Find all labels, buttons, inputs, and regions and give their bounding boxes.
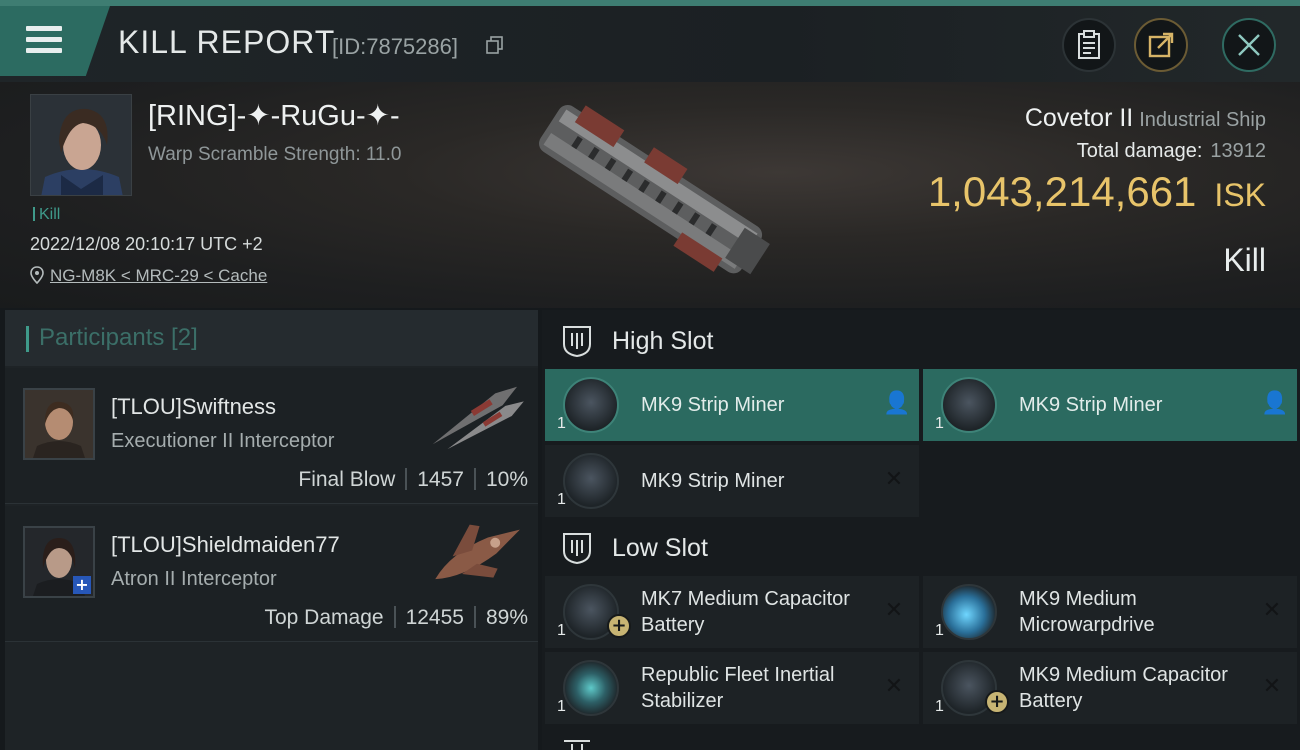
corp-plus-badge: + [73,576,91,594]
total-damage-value: 13912 [1210,140,1266,162]
avatar[interactable] [23,388,95,460]
module-name: MK9 Strip Miner [641,394,785,416]
victim-ship: Covetor II Industrial Ship [1025,104,1266,133]
low-slot-label: Low Slot [612,534,708,562]
module-name: MK9 Strip Miner [641,470,785,492]
low-slot-icon [563,533,591,565]
plus-badge-icon: + [985,690,1009,714]
plus-badge-icon: + [607,614,631,638]
module-name: Republic Fleet Inertial Stabilizer [641,664,835,712]
clipboard-button[interactable] [1062,18,1116,72]
total-damage: Total damage: 13912 [1077,140,1266,163]
kill-location[interactable]: NG-M8K < MRC-29 < Cache [30,266,267,286]
share-button[interactable] [1134,18,1188,72]
module-quantity: 1 [557,491,566,508]
module-quantity: 1 [557,698,566,715]
atron-ship-icon [435,524,520,580]
kill-datetime: 2022/12/08 20:10:17 UTC +2 [30,234,263,254]
participants-label: Participants [2] [39,324,198,351]
menu-button[interactable] [0,6,110,76]
close-button[interactable] [1222,18,1276,72]
victim-ship-image [539,104,770,275]
module-quantity: 1 [557,622,566,639]
executioner-ship-icon [432,386,524,450]
isk-unit: ISK [1214,177,1266,213]
clipboard-icon [1078,30,1100,59]
warp-scramble-strength: Warp Scramble Strength: 11.0 [148,144,402,165]
page-title: KILL REPORT [118,24,336,60]
participants-panel: Participants [2] [TLOU]Swiftness Executi… [5,310,538,750]
module-quantity: 1 [935,622,944,639]
isk-amount: 1,043,214,661 [927,168,1197,215]
close-icon [1238,34,1260,56]
participant-name: [TLOU]Shieldmaiden77 [111,532,340,557]
kill-result: Kill [1223,242,1266,278]
fitting-panel: High Slot 1 MK9 Strip Miner 👤 1 MK9 Stri… [542,310,1300,750]
strip-miner-icon [563,453,619,509]
module-quantity: 1 [935,415,944,432]
participant-percent: 10% [485,468,528,491]
victim-name: [RING]-✦-RuGu-✦- [148,100,400,132]
module-slot[interactable]: 1 MK9 Medium Microwarpdrive ✕ [923,576,1297,648]
share-icon [1148,32,1174,58]
pilot-icon[interactable]: 👤 [883,393,910,415]
participant-stats: Top Damage 12455 89% [264,606,528,630]
location-pin-icon [30,266,44,285]
destroyed-icon: ✕ [1262,674,1282,699]
module-name: MK9 Medium Capacitor Battery [1019,664,1228,712]
participant-ship: Atron II Interceptor [111,568,277,590]
high-slot-label: High Slot [612,327,714,355]
destroyed-icon: ✕ [884,598,904,623]
participant-row[interactable]: [TLOU]Swiftness Executioner II Intercept… [5,368,538,504]
microwarpdrive-icon [941,584,997,640]
participant-ship: Executioner II Interceptor [111,430,335,452]
inertial-stabilizer-icon [563,660,619,716]
module-slot[interactable]: 1 MK9 Strip Miner 👤 [923,369,1297,441]
participant-damage: 1457 [417,468,464,491]
module-name: MK9 Strip Miner [1019,394,1163,416]
kill-tag: Kill [33,206,60,224]
location-link[interactable]: NG-M8K < MRC-29 < Cache [50,266,267,285]
total-damage-label: Total damage: [1076,140,1203,162]
module-slot[interactable]: 1 MK9 Strip Miner ✕ [545,445,919,517]
strip-miner-icon [941,377,997,433]
module-slot[interactable]: 1 MK9 Strip Miner 👤 [545,369,919,441]
participant-role: Final Blow [298,468,396,491]
victim-portrait[interactable] [30,94,132,196]
destroyed-icon: ✕ [1262,598,1282,623]
ship-name: Covetor II [1024,104,1134,132]
module-name: MK9 Medium Microwarpdrive [1019,588,1155,636]
module-slot[interactable]: 1 Republic Fleet Inertial Stabilizer ✕ [545,652,919,724]
copy-icon[interactable] [486,36,504,54]
destroyed-icon: ✕ [884,467,904,492]
destroyed-icon: ✕ [884,674,904,699]
participant-name: [TLOU]Swiftness [111,394,277,419]
mid-slot-header-partial [542,730,1300,750]
participant-percent: 89% [485,606,528,629]
module-quantity: 1 [935,698,944,715]
report-id: [ID:7875286] [332,34,458,59]
low-slot-header: Low Slot [542,519,1300,577]
strip-miner-icon [563,377,619,433]
participant-role: Top Damage [264,606,384,629]
victim-summary: [RING]-✦-RuGu-✦- Warp Scramble Strength:… [0,82,1300,308]
module-name: MK7 Medium Capacitor Battery [641,588,850,636]
participant-stats: Final Blow 1457 10% [298,468,528,492]
header-bar: KILL REPORT [ID:7875286] [0,6,1300,82]
high-slot-header: High Slot [542,312,1300,370]
participants-header: Participants [2] [5,310,538,366]
menu-icon [26,26,62,54]
participant-row[interactable]: + [TLOU]Shieldmaiden77 Atron II Intercep… [5,506,538,642]
pilot-icon[interactable]: 👤 [1261,393,1288,415]
module-quantity: 1 [557,415,566,432]
avatar[interactable]: + [23,526,95,598]
isk-value: 1,043,214,661 ISK [928,168,1266,216]
ship-class: Industrial Ship [1139,109,1266,131]
participant-damage: 12455 [405,606,464,629]
high-slot-icon [563,326,591,358]
module-slot[interactable]: + 1 MK7 Medium Capacitor Battery ✕ [545,576,919,648]
mid-slot-icon [564,740,590,750]
module-slot[interactable]: + 1 MK9 Medium Capacitor Battery ✕ [923,652,1297,724]
